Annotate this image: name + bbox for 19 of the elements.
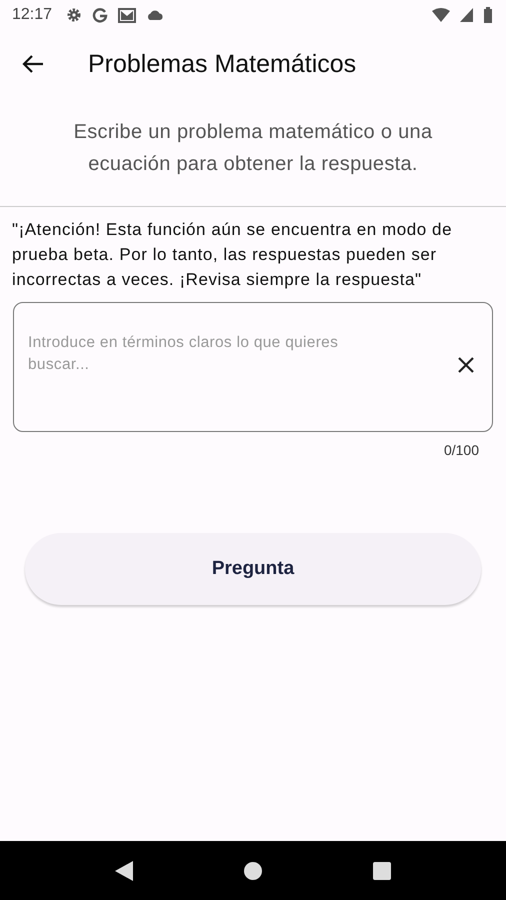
status-time: 12:17	[12, 6, 52, 24]
mail-icon	[118, 7, 136, 23]
instructions-text: Escribe un problema matemático o una ecuación para obtener la respuesta.	[72, 120, 434, 177]
settings-icon	[66, 7, 82, 23]
battery-icon	[484, 7, 492, 23]
close-icon	[457, 356, 475, 374]
g-icon	[92, 7, 108, 23]
signal-icon	[460, 8, 474, 22]
recents-nav-icon[interactable]	[372, 862, 391, 880]
wifi-icon	[432, 8, 450, 22]
page-title: Problemas Matemáticos	[88, 50, 356, 78]
character-counter: 0/100	[444, 442, 479, 458]
ask-button[interactable]: Pregunta	[25, 533, 481, 605]
back-nav-icon[interactable]	[115, 860, 134, 880]
back-arrow-icon	[22, 54, 44, 74]
query-input-field[interactable]: Introduce en términos claros lo que quieres buscar...	[13, 302, 493, 432]
cloud-icon	[146, 9, 164, 21]
home-nav-icon[interactable]	[244, 862, 262, 880]
beta-warning-text: "¡Atención! Esta función aún se encuentra en modo de prueba beta. Por lo tanto, las respuestas pueden ser incorrectas a veces. ¡Revisa siempre la respuesta"	[12, 219, 454, 291]
